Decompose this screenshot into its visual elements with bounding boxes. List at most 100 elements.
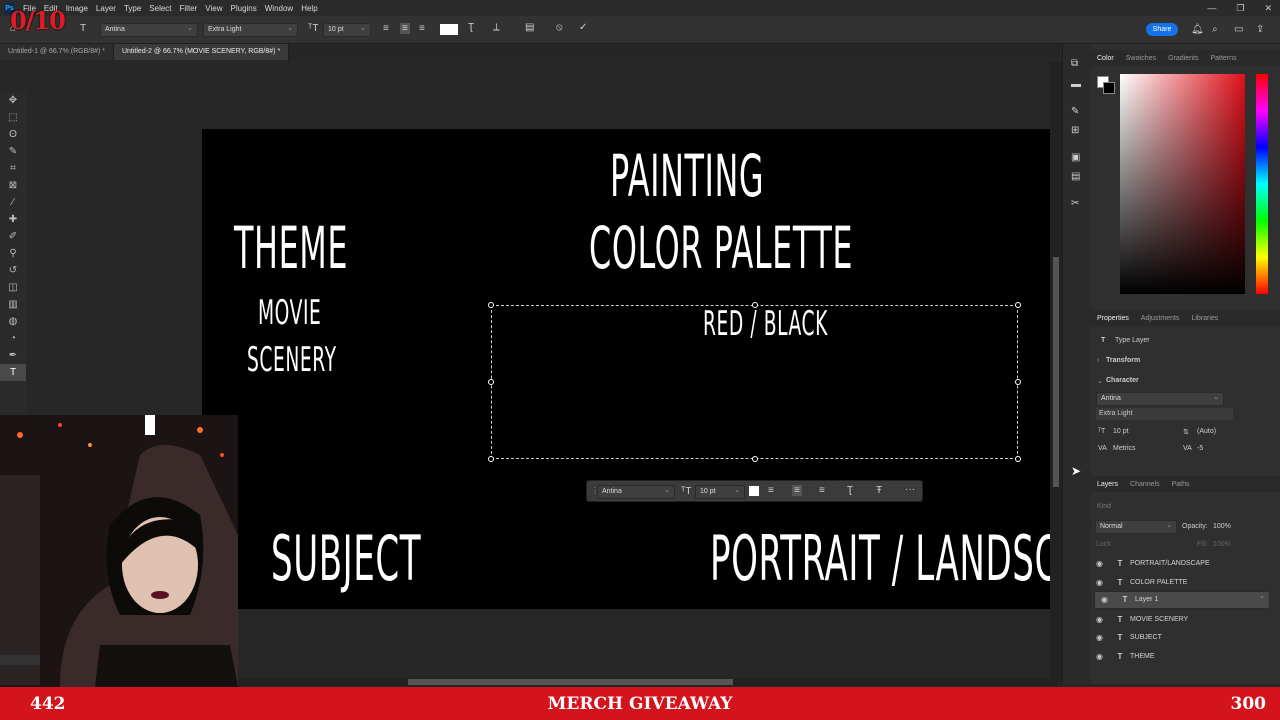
font-style-select[interactable]: Extra Light [203,23,298,37]
properties-font-size[interactable]: 10 pt [1113,428,1129,435]
dodge-tool-icon[interactable]: ◔ [0,330,26,347]
transform-section[interactable]: Transform [1106,357,1140,364]
glyphs-panel-icon[interactable]: ▤ [1071,171,1080,182]
search-icon[interactable]: ⌕ [1212,24,1218,35]
crop-tool-icon[interactable]: ⌗ [0,160,26,177]
visibility-eye-icon[interactable]: ◉ [1096,578,1110,587]
properties-font-style[interactable]: Extra Light [1096,408,1233,420]
visibility-eye-icon[interactable]: ◉ [1096,559,1110,568]
context-text-options-icon[interactable]: Ŧ [876,485,882,496]
tools-panel-icon[interactable]: ✂ [1071,198,1079,209]
opacity-value[interactable]: 100% [1213,523,1231,530]
resize-handle[interactable] [1015,379,1021,385]
align-center-icon[interactable]: ≡ [400,23,410,34]
notifications-icon[interactable]: 🔔︎ [1191,24,1204,35]
tab-patterns[interactable]: Patterns [1210,55,1236,62]
layer-row-selected[interactable]: ◉ T Layer 1 [1094,591,1270,609]
properties-font-family[interactable]: Antina [1096,392,1224,406]
context-align-right-icon[interactable]: ≡ [819,485,825,496]
canvas-text-painting[interactable]: PAINTING [610,142,764,210]
layer-row[interactable]: ◉ T MOVIE SCENERY [1094,610,1270,628]
text-bounding-box[interactable] [488,302,1021,462]
tab-layers[interactable]: Layers [1097,481,1118,488]
visibility-eye-icon[interactable]: ◉ [1096,652,1110,661]
canvas-text-movie[interactable]: MOVIE [258,293,321,333]
tab-untitled-2[interactable]: Untitled-2 @ 66.7% (MOVIE SCENERY, RGB/8… [113,44,290,60]
menu-window[interactable]: Window [265,4,293,13]
menu-plugins[interactable]: Plugins [231,4,257,13]
character-section[interactable]: Character [1106,377,1139,384]
background-color-swatch[interactable] [1103,82,1115,94]
eyedropper-tool-icon[interactable]: ⁄ [0,194,26,211]
chevron-right-icon[interactable]: › [1097,357,1099,364]
brush-tool-icon[interactable]: ✐ [0,228,26,245]
fill-value[interactable]: 100% [1213,541,1231,548]
type-tool-icon[interactable]: T [80,23,86,34]
menu-help[interactable]: Help [301,4,317,13]
character-panel-icon[interactable]: ▤ [525,22,534,33]
context-size-select[interactable]: 10 pt [695,485,745,499]
properties-leading[interactable]: (Auto) [1197,428,1216,435]
blend-mode-select[interactable]: Normal [1095,520,1177,534]
menu-select[interactable]: Select [149,4,171,13]
canvas-text-color-palette[interactable]: COLOR PALETTE [589,214,853,282]
menu-filter[interactable]: Filter [180,4,198,13]
pen-tool-icon[interactable]: ✒ [0,347,26,364]
close-icon[interactable]: ✕ [1264,3,1272,14]
tab-swatches[interactable]: Swatches [1126,55,1156,62]
tab-channels[interactable]: Channels [1130,481,1160,488]
comments-panel-icon[interactable]: ▬ [1071,79,1081,90]
tab-paths[interactable]: Paths [1172,481,1190,488]
resize-handle[interactable] [488,302,494,308]
history-brush-icon[interactable]: ↺ [0,262,26,279]
type-tool-icon-active[interactable]: T [0,364,26,381]
tab-color[interactable]: Color [1097,55,1114,62]
menu-type[interactable]: Type [124,4,141,13]
marquee-tool-icon[interactable]: ⬚ [0,109,26,126]
toggle-3d-icon[interactable]: ⟂ [493,22,500,33]
context-align-center-icon[interactable]: ≡ [792,485,802,496]
lasso-tool-icon[interactable]: ʘ [0,126,26,143]
layer-filter-search[interactable]: Kind [1097,503,1111,510]
align-right-icon[interactable]: ≡ [419,23,425,34]
align-left-icon[interactable]: ≡ [383,23,389,34]
resize-handle[interactable] [752,302,758,308]
layer-row[interactable]: ◉ T PORTRAIT/LANDSCAPE [1094,554,1270,572]
resize-handle[interactable] [1015,456,1021,462]
adjustments-panel-icon[interactable]: ⊞ [1071,125,1079,136]
tab-adjustments[interactable]: Adjustments [1141,315,1180,322]
resize-handle[interactable] [488,379,494,385]
tab-properties[interactable]: Properties [1097,315,1129,322]
visibility-eye-icon[interactable]: ◉ [1096,615,1110,624]
canvas-text-theme[interactable]: THEME [234,214,348,282]
menu-view[interactable]: View [205,4,222,13]
font-family-select[interactable]: Antina [100,23,198,37]
minimize-icon[interactable]: — [1207,3,1216,13]
tab-libraries[interactable]: Libraries [1191,315,1218,322]
context-align-left-icon[interactable]: ≡ [768,485,774,496]
hue-slider[interactable] [1256,74,1268,294]
context-warp-icon[interactable]: Ʈ [847,485,853,496]
brush-settings-icon[interactable]: ✎ [1071,106,1079,117]
properties-tracking[interactable]: -5 [1197,445,1203,452]
frame-tool-icon[interactable]: ⊠ [0,177,26,194]
canvas-text-subject[interactable]: SUBJECT [271,522,421,595]
context-color-swatch[interactable] [749,486,759,496]
cancel-edit-icon[interactable]: ⦸ [556,22,563,33]
eraser-tool-icon[interactable]: ◫ [0,279,26,296]
vertical-scrollbar[interactable] [1050,62,1062,682]
menu-layer[interactable]: Layer [96,4,116,13]
layer-row[interactable]: ◉ T COLOR PALETTE [1094,573,1270,591]
color-picker-field[interactable] [1120,74,1245,294]
stamp-tool-icon[interactable]: ⚲ [0,245,26,262]
blur-tool-icon[interactable]: ◍ [0,313,26,330]
properties-kerning[interactable]: Metrics [1113,445,1136,452]
menu-image[interactable]: Image [66,4,88,13]
layer-row[interactable]: ◉ T THEME [1094,647,1270,665]
canvas-text-scenery[interactable]: SCENERY [247,340,337,380]
tab-gradients[interactable]: Gradients [1168,55,1198,62]
context-font-select[interactable]: Antina [597,485,675,499]
restore-icon[interactable]: ❐ [1236,3,1244,14]
chevron-down-icon[interactable]: ⌄ [1097,377,1103,385]
layer-row[interactable]: ◉ T SUBJECT [1094,628,1270,646]
